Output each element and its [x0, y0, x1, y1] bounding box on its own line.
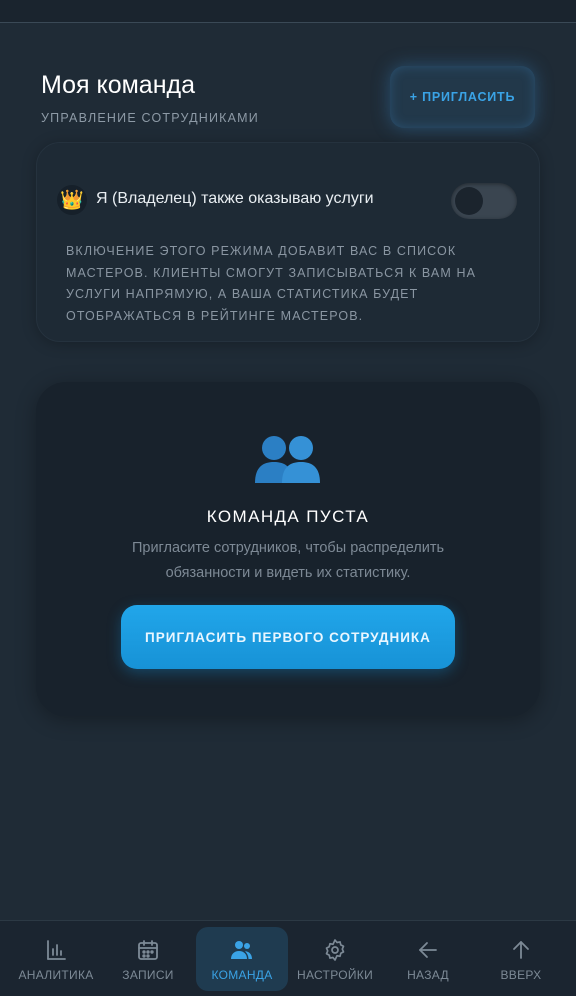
nav-label-settings: НАСТРОЙКИ [296, 968, 374, 982]
gear-icon [325, 939, 345, 961]
owner-services-description: ВКЛЮЧЕНИЕ ЭТОГО РЕЖИМА ДОБАВИТ ВАС В СПИ… [66, 244, 477, 323]
nav-label-records: ЗАПИСИ [122, 968, 174, 982]
arrow-up-icon [513, 941, 529, 959]
nav-item-settings[interactable]: НАСТРОЙКИ [292, 920, 378, 996]
people-icon [255, 436, 320, 483]
nav-item-team[interactable]: КОМАНДА [199, 920, 285, 996]
owner-services-toggle[interactable] [451, 183, 517, 219]
arrow-left-icon [419, 942, 437, 958]
nav-label-back: НАЗАД [407, 968, 449, 982]
nav-item-up[interactable]: ВВЕРХ [479, 920, 563, 996]
nav-label-up: ВВЕРХ [500, 968, 542, 982]
invite-first-employee-button[interactable]: ПРИГЛАСИТЬ ПЕРВОГО СОТРУДНИКА [121, 605, 455, 669]
nav-item-analytics[interactable]: АНАЛИТИКА [14, 920, 98, 996]
nav-item-back[interactable]: НАЗАД [386, 920, 470, 996]
nav-item-records[interactable]: ЗАПИСИ [106, 920, 190, 996]
bar-chart-icon [47, 940, 66, 960]
invite-button[interactable]: + ПРИГЛАСИТЬ [390, 66, 535, 128]
top-bar [0, 0, 576, 23]
empty-state-title: КОМАНДА ПУСТА [206, 507, 370, 526]
team-icon [231, 941, 252, 959]
owner-services-label: Я (Владелец) также оказываю услуги [96, 190, 374, 207]
nav-label-team: КОМАНДА [211, 968, 273, 982]
page-title: Моя команда [41, 71, 196, 99]
crown-icon: 👑 [57, 185, 87, 215]
nav-label-analytics: АНАЛИТИКА [18, 968, 94, 982]
page-subtitle: УПРАВЛЕНИЕ СОТРУДНИКАМИ [41, 111, 259, 125]
toggle-knob [455, 187, 483, 215]
empty-state-text: Пригласите сотрудников, чтобы распредели… [131, 540, 445, 581]
calendar-icon [138, 940, 158, 960]
